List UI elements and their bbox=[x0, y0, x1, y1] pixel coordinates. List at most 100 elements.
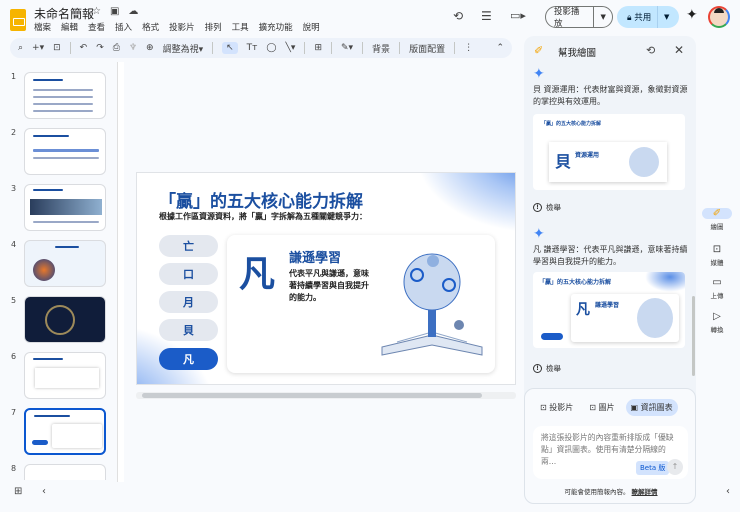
slides-logo[interactable] bbox=[10, 9, 26, 31]
slide-thumbnail[interactable] bbox=[24, 72, 106, 119]
horizontal-scrollbar[interactable] bbox=[136, 392, 516, 399]
zoom-select[interactable]: 調整為視▾ bbox=[163, 42, 204, 55]
help-me-draw-panel: ✐ 幫我繪圖 ⟲ ✕ ✦ 貝 資源運用：代表財富與資源，象徵對資源的掌控與有效運… bbox=[524, 36, 696, 504]
pen-icon[interactable]: ✎▾ bbox=[341, 43, 353, 53]
close-icon[interactable]: ✕ bbox=[674, 43, 684, 57]
video-call-icon[interactable]: ▭▸ bbox=[510, 9, 526, 22]
generated-image[interactable]: 「贏」的五大核心能力拆解 貝 資源運用 bbox=[533, 114, 685, 190]
gemini-spark-icon: ✦ bbox=[533, 226, 545, 242]
zoom-icon[interactable]: ⊕ bbox=[146, 43, 154, 53]
grid-view-icon[interactable]: ⊞ bbox=[14, 486, 22, 497]
convert-icon: ▷ bbox=[713, 311, 721, 322]
chevron-down-icon[interactable]: ▼ bbox=[657, 6, 675, 28]
star-icon[interactable]: ☆ bbox=[92, 6, 101, 17]
part-pill[interactable]: 月 bbox=[159, 291, 218, 313]
undo-icon[interactable]: ↶ bbox=[80, 43, 88, 53]
media-icon: ⊡ bbox=[712, 244, 722, 255]
layout-button[interactable]: 版面配置 bbox=[409, 42, 445, 55]
avatar[interactable] bbox=[708, 6, 730, 28]
detail-card[interactable]: 凡 謙遜學習 代表平凡與謙遜，意味著持續學習與自我提升的能力。 bbox=[227, 235, 495, 373]
generated-image[interactable]: 「贏」的五大核心能力拆解 凡 謙遜學習 bbox=[533, 272, 685, 348]
slide-thumbnail[interactable] bbox=[24, 464, 106, 480]
slide-subtitle[interactable]: 根據工作區資源資料，將「贏」字拆解為五種關鍵競爭力： bbox=[159, 211, 367, 222]
slide-thumbnail[interactable] bbox=[24, 352, 106, 399]
line-icon[interactable]: ╲▾ bbox=[286, 43, 296, 53]
menu-view[interactable]: 查看 bbox=[88, 21, 105, 33]
select-tool-icon[interactable]: ↖ bbox=[222, 42, 238, 54]
toolbar: ⌕ +▾ ⊡ ↶ ↷ ⎙ ♆ ⊕ 調整為視▾ ↖ Tт ◯ ╲▾ ⊞ ✎▾ 背景… bbox=[10, 38, 512, 58]
share-label: 🔒︎ 共用 bbox=[627, 13, 652, 23]
panel-title: 幫我繪圖 bbox=[558, 48, 597, 59]
rail-upload[interactable]: ▭ 上傳 bbox=[700, 277, 734, 300]
response-text: 凡 謙遜學習：代表平凡與謙遜，意味著持續學習與自我提升的能力。 bbox=[533, 245, 688, 266]
slide-thumbnail[interactable] bbox=[24, 296, 106, 343]
slide-thumbnail[interactable] bbox=[24, 128, 106, 175]
paint-format-icon[interactable]: ♆ bbox=[129, 43, 137, 53]
send-button[interactable]: ↑ bbox=[667, 459, 683, 475]
history-icon[interactable]: ⟲ bbox=[453, 9, 463, 23]
cloud-icon[interactable]: ☁ bbox=[128, 6, 138, 17]
comment-icon[interactable]: ☰ bbox=[481, 9, 492, 23]
redo-icon[interactable]: ↷ bbox=[96, 43, 104, 53]
report-button[interactable]: ! 檢舉 bbox=[533, 363, 561, 374]
selected-character: 凡 bbox=[239, 254, 276, 295]
part-pill[interactable]: 口 bbox=[159, 263, 218, 285]
print-icon[interactable]: ⎙ bbox=[113, 43, 120, 53]
prompt-input[interactable]: 將這張投影片的內容重新排版成「優缺點」資訊圖表。使用有清楚分隔線的兩... Be… bbox=[533, 426, 688, 479]
doc-title[interactable]: 未命名簡報 bbox=[34, 5, 94, 22]
background-button[interactable]: 背景 bbox=[372, 42, 390, 55]
slide-thumbnail[interactable] bbox=[24, 184, 106, 231]
vertical-ruler bbox=[117, 62, 124, 482]
menu-bar: 檔案 編輯 查看 插入 格式 投影片 排列 工具 擴充功能 說明 bbox=[34, 21, 320, 33]
slide-thumbnail[interactable] bbox=[24, 240, 106, 287]
tab-slide[interactable]: ⊡ 投影片 bbox=[535, 399, 578, 416]
history-icon[interactable]: ⟲ bbox=[646, 44, 655, 57]
compose-box: ⊡ 投影片 ⊡ 圖片 ▣ 資訊圖表 將這張投影片的內容重新排版成「優缺點」資訊圖… bbox=[524, 388, 696, 504]
menu-help[interactable]: 說明 bbox=[303, 21, 320, 33]
shape-icon[interactable]: ◯ bbox=[266, 43, 276, 53]
part-pill-selected[interactable]: 凡 bbox=[159, 348, 218, 370]
learn-more-link[interactable]: 瞭解詳情 bbox=[632, 488, 658, 496]
add-slide-layout-icon[interactable]: ⊡ bbox=[53, 43, 61, 53]
tab-image[interactable]: ⊡ 圖片 bbox=[584, 399, 619, 416]
collapse-toolbar-icon[interactable]: ⌃ bbox=[496, 43, 504, 53]
slide-title[interactable]: 「贏」的五大核心能力拆解 bbox=[159, 187, 363, 212]
menu-insert[interactable]: 插入 bbox=[115, 21, 132, 33]
text-box-icon[interactable]: Tт bbox=[247, 43, 258, 53]
present-label: 投影播放 bbox=[554, 7, 580, 29]
more-icon[interactable]: ⋮ bbox=[464, 43, 473, 53]
folder-icon: ▭ bbox=[712, 277, 722, 288]
rail-draw[interactable]: ✐ 繪圖 bbox=[700, 208, 734, 231]
share-button[interactable]: 🔒︎ 共用 ▼ bbox=[617, 6, 679, 28]
menu-slide[interactable]: 投影片 bbox=[169, 21, 195, 33]
slide-thumbnail-active[interactable] bbox=[24, 408, 106, 455]
new-slide-icon[interactable]: +▾ bbox=[32, 43, 44, 53]
rail-media[interactable]: ⊡ 媒體 bbox=[700, 244, 734, 267]
response-text: 貝 資源運用：代表財富與資源，象徵對資源的掌控與有效運用。 bbox=[533, 85, 688, 106]
panel-scrollbar[interactable] bbox=[692, 296, 695, 376]
collapse-filmstrip-icon[interactable]: ‹ bbox=[42, 486, 46, 497]
part-pill[interactable]: 亡 bbox=[159, 235, 218, 257]
search-menu-icon[interactable]: ⌕ bbox=[18, 43, 23, 53]
magic-brush-icon: ✐ bbox=[702, 208, 732, 219]
collapse-side-panel-icon[interactable]: ‹ bbox=[726, 486, 730, 497]
gemini-spark-icon: ✦ bbox=[533, 66, 545, 82]
menu-extensions[interactable]: 擴充功能 bbox=[259, 21, 293, 33]
tab-infographic[interactable]: ▣ 資訊圖表 bbox=[625, 399, 678, 416]
menu-format[interactable]: 格式 bbox=[142, 21, 159, 33]
gemini-icon[interactable]: ✦ bbox=[686, 7, 698, 23]
report-button[interactable]: ! 檢舉 bbox=[533, 202, 561, 213]
comment-add-icon[interactable]: ⊞ bbox=[314, 43, 322, 53]
menu-file[interactable]: 檔案 bbox=[34, 21, 51, 33]
disclaimer: 可能會使用簡報內容。 瞭解詳情 bbox=[564, 488, 658, 496]
folder-icon[interactable]: ▣ bbox=[110, 6, 119, 17]
magic-brush-icon: ✐ bbox=[534, 44, 544, 57]
slide-canvas[interactable]: 「贏」的五大核心能力拆解 根據工作區資源資料，將「贏」字拆解為五種關鍵競爭力： … bbox=[136, 172, 516, 385]
rail-convert[interactable]: ▷ 轉換 bbox=[700, 311, 734, 334]
menu-edit[interactable]: 編輯 bbox=[61, 21, 78, 33]
part-pill[interactable]: 貝 bbox=[159, 319, 218, 341]
chevron-down-icon[interactable]: ▼ bbox=[593, 7, 612, 27]
present-button[interactable]: 投影播放 ▼ bbox=[545, 6, 613, 29]
menu-arrange[interactable]: 排列 bbox=[205, 21, 222, 33]
menu-tools[interactable]: 工具 bbox=[232, 21, 249, 33]
